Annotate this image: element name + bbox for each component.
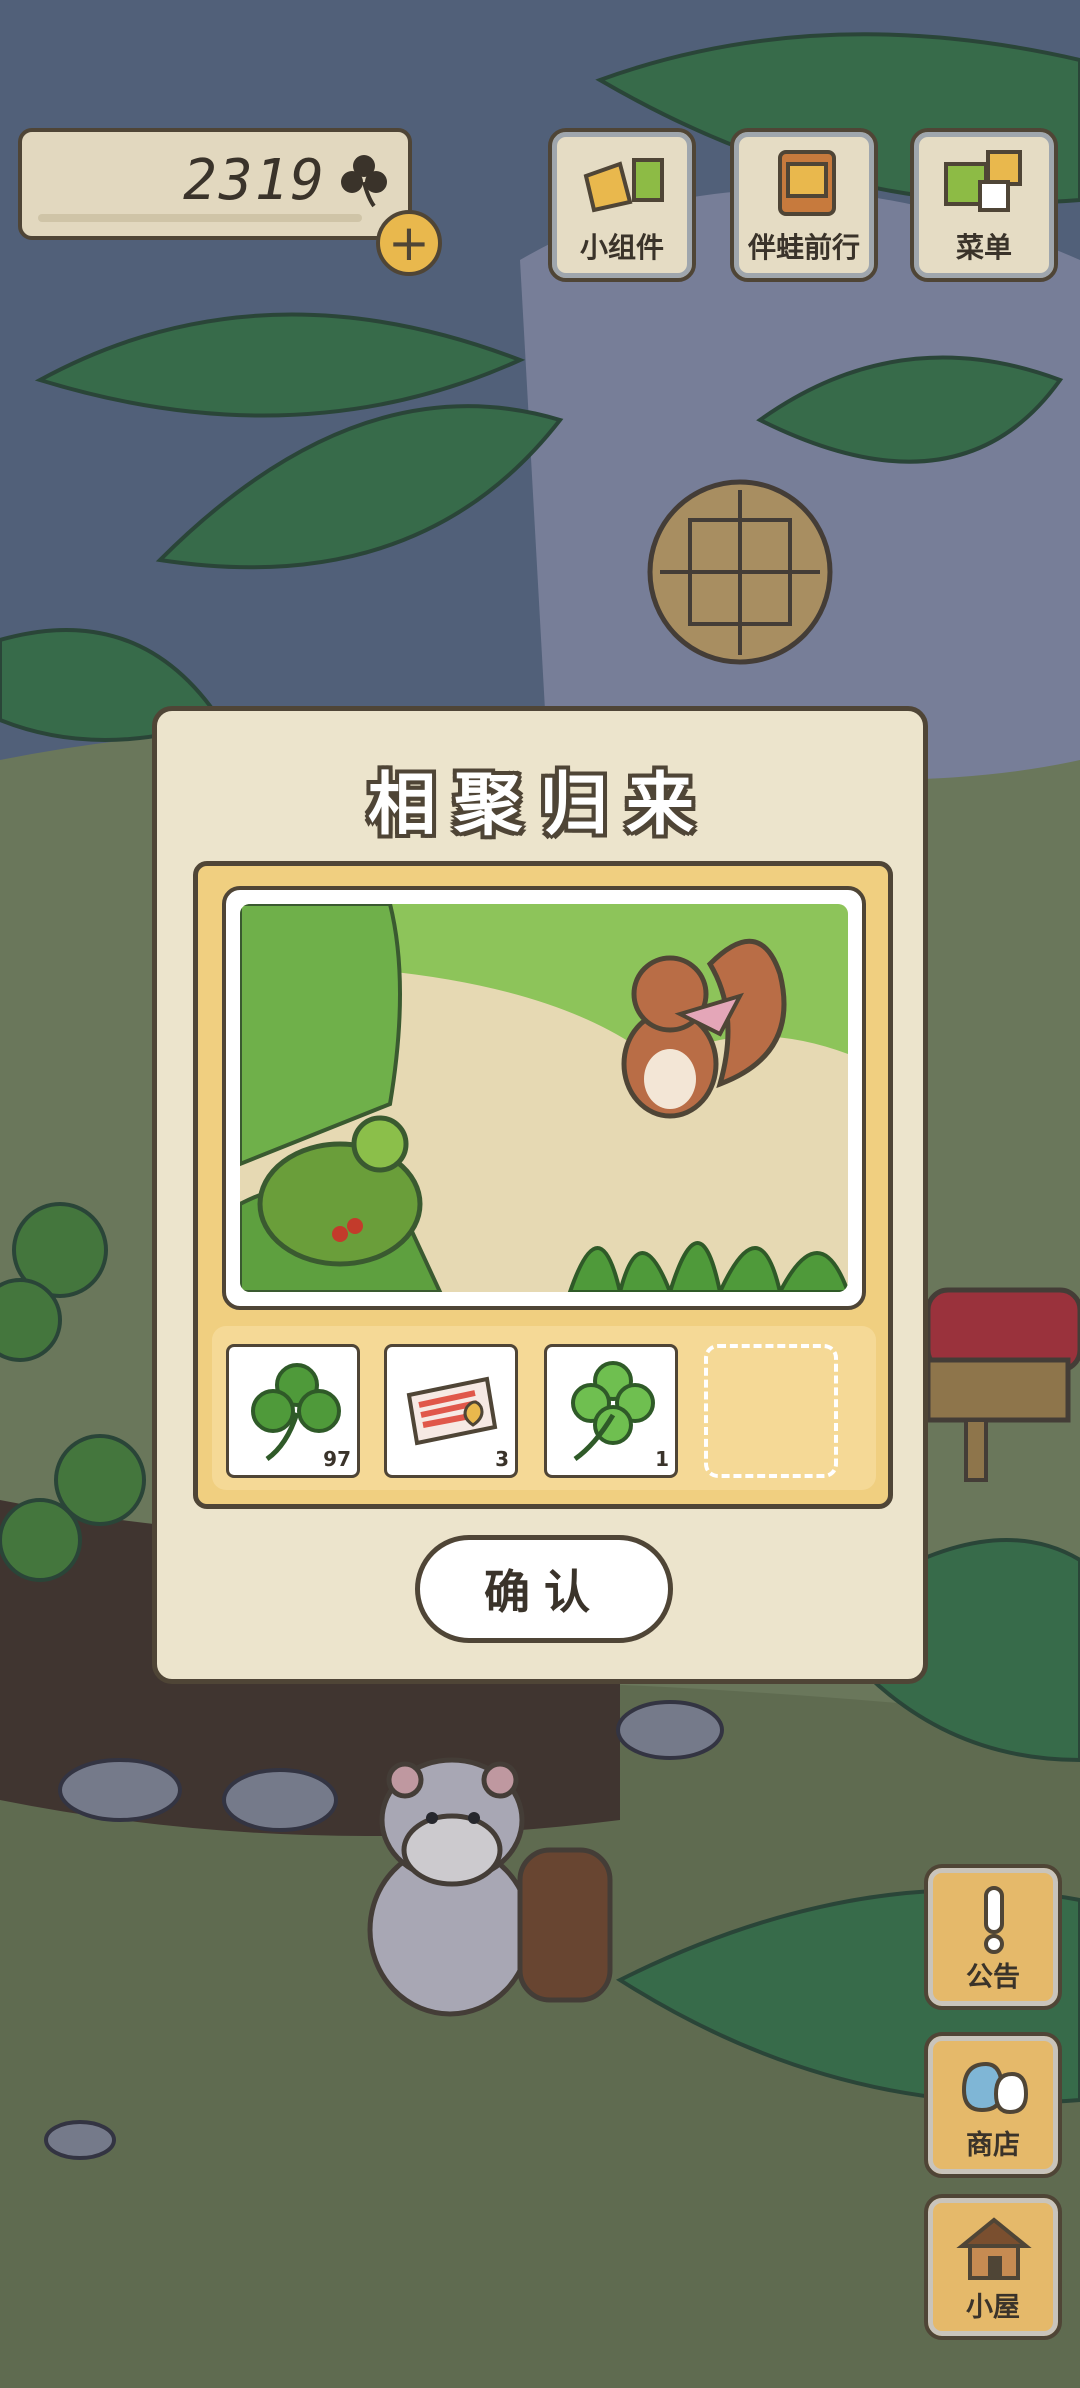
menu-button[interactable]: 菜单 xyxy=(910,128,1058,282)
reward-items: 97 3 1 xyxy=(212,1326,876,1490)
return-dialog: 相聚归来 97 3 1 确认 xyxy=(152,706,928,1684)
confirm-button[interactable]: 确认 xyxy=(415,1535,673,1643)
frog-and-squirrel-photo xyxy=(240,904,848,1292)
item-count: 1 xyxy=(655,1447,669,1471)
album-icon xyxy=(778,150,836,216)
counter-underline xyxy=(38,214,362,222)
reward-slot-four-leaf-clover[interactable]: 1 xyxy=(544,1344,678,1478)
widget-label: 小组件 xyxy=(579,231,664,264)
reward-slot-ticket[interactable]: 3 xyxy=(384,1344,518,1478)
photo-frame xyxy=(222,886,866,1310)
shop-label: 商店 xyxy=(966,2130,1020,2161)
reward-slot-three-leaf-clover[interactable]: 97 xyxy=(226,1344,360,1478)
widget-button[interactable]: 小组件 xyxy=(548,128,696,282)
house-icon xyxy=(956,2217,1032,2280)
clover-icon xyxy=(341,155,387,208)
item-count: 97 xyxy=(323,1447,351,1471)
menu-label: 菜单 xyxy=(955,231,1012,264)
dialog-title: 相聚归来 xyxy=(367,766,712,845)
reward-slot-empty xyxy=(704,1344,838,1478)
clover-count: 2319 xyxy=(183,148,326,213)
four-leaf-clover-icon xyxy=(571,1361,655,1462)
album-label: 伴蛙前行 xyxy=(747,231,860,264)
widget-icon xyxy=(583,158,664,213)
clover-counter: 2319 xyxy=(18,128,412,240)
add-clover-button[interactable]: + xyxy=(376,210,442,276)
reward-panel: 97 3 1 xyxy=(193,861,893,1509)
notice-label: 公告 xyxy=(966,1962,1020,1993)
notice-icon xyxy=(984,1886,1004,1954)
item-count: 3 xyxy=(495,1447,509,1471)
shop-icon xyxy=(961,2061,1029,2115)
house-label: 小屋 xyxy=(966,2292,1020,2323)
album-button[interactable]: 伴蛙前行 xyxy=(730,128,878,282)
house-button[interactable]: 小屋 xyxy=(924,2194,1062,2340)
ticket-icon xyxy=(406,1376,498,1446)
menu-icon xyxy=(944,150,1022,212)
shop-button[interactable]: 商店 xyxy=(924,2032,1062,2178)
notice-button[interactable]: 公告 xyxy=(924,1864,1062,2010)
